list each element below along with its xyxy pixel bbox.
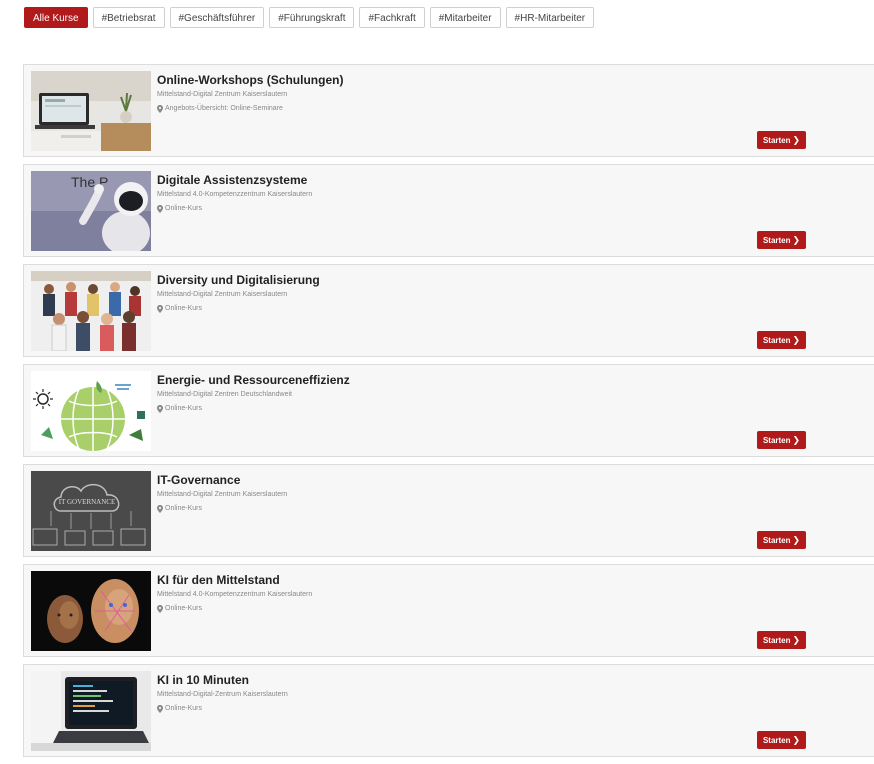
- filter-fuehrungskraft[interactable]: #Führungskraft: [269, 7, 355, 28]
- course-info: Digitale Assistenzsysteme Mittelstand 4.…: [157, 173, 312, 214]
- filter-all-courses[interactable]: Alle Kurse: [24, 7, 88, 28]
- course-info: Online-Workshops (Schulungen) Mittelstan…: [157, 73, 343, 114]
- course-organization: Mittelstand 4.0-Kompetenzzentrum Kaisers…: [157, 591, 313, 598]
- filter-bar: Alle Kurse #Betriebsrat #Geschäftsführer…: [24, 7, 595, 28]
- course-title[interactable]: IT-Governance: [157, 473, 287, 488]
- course-card: Energie- und Ressourceneffizienz Mittels…: [23, 364, 874, 457]
- start-button-label: Starten: [762, 636, 791, 645]
- map-pin-icon: [157, 404, 163, 413]
- start-button[interactable]: Starten ❯: [757, 631, 806, 649]
- course-info: KI in 10 Minuten Mittelstand-Digital-Zen…: [157, 673, 288, 714]
- chevron-right-icon: ❯: [792, 735, 801, 745]
- start-button[interactable]: Starten ❯: [757, 131, 806, 149]
- course-meta: Online-Kurs: [157, 703, 288, 714]
- course-thumbnail[interactable]: IT GOVERNANCE: [31, 471, 151, 551]
- course-thumbnail[interactable]: [31, 371, 151, 451]
- course-info: IT-Governance Mittelstand-Digital Zentru…: [157, 473, 287, 514]
- map-pin-icon: [157, 204, 163, 213]
- course-meta-text: Online-Kurs: [165, 605, 202, 612]
- course-card: The P Digitale Assistenzsysteme Mittelst…: [23, 164, 874, 257]
- start-button-label: Starten: [762, 536, 791, 545]
- chevron-right-icon: ❯: [792, 535, 801, 545]
- filter-mitarbeiter[interactable]: #Mitarbeiter: [429, 7, 501, 28]
- course-meta: Online-Kurs: [157, 603, 312, 614]
- filter-betriebsrat[interactable]: #Betriebsrat: [92, 7, 165, 28]
- course-card: Online-Workshops (Schulungen) Mittelstan…: [23, 64, 874, 157]
- start-button-label: Starten: [762, 136, 791, 145]
- start-button[interactable]: Starten ❯: [757, 431, 806, 449]
- course-title[interactable]: KI in 10 Minuten: [157, 673, 288, 688]
- course-meta-text: Online-Kurs: [165, 505, 202, 512]
- course-meta: Online-Kurs: [157, 303, 320, 314]
- course-card: IT GOVERNANCE IT-Governance Mittelstand-…: [23, 464, 874, 557]
- course-info: Diversity und Digitalisierung Mittelstan…: [157, 273, 320, 314]
- course-meta: Angebots-Übersicht: Online-Seminare: [157, 103, 343, 114]
- course-list: Online-Workshops (Schulungen) Mittelstan…: [23, 64, 874, 764]
- course-meta: Online-Kurs: [157, 503, 287, 514]
- start-button[interactable]: Starten ❯: [757, 531, 806, 549]
- map-pin-icon: [157, 604, 163, 613]
- start-button-label: Starten: [762, 236, 791, 245]
- course-thumbnail[interactable]: [31, 271, 151, 351]
- start-button-label: Starten: [762, 336, 791, 345]
- course-meta-text: Online-Kurs: [165, 305, 202, 312]
- course-card: KI für den Mittelstand Mittelstand 4.0-K…: [23, 564, 874, 657]
- course-organization: Mittelstand-Digital Zentrum Kaiserslaute…: [157, 291, 288, 298]
- course-thumbnail[interactable]: [31, 671, 151, 751]
- course-thumbnail[interactable]: [31, 571, 151, 651]
- chevron-right-icon: ❯: [792, 635, 801, 645]
- map-pin-icon: [157, 304, 163, 313]
- start-button[interactable]: Starten ❯: [757, 731, 806, 749]
- filter-hr-mitarbeiter[interactable]: #HR-Mitarbeiter: [505, 7, 595, 28]
- chevron-right-icon: ❯: [792, 335, 801, 345]
- start-button[interactable]: Starten ❯: [757, 331, 806, 349]
- course-organization: Mittelstand-Digital Zentren Deutschlandw…: [157, 391, 293, 398]
- course-thumbnail[interactable]: [31, 71, 151, 151]
- course-title[interactable]: Online-Workshops (Schulungen): [157, 73, 343, 88]
- course-meta-text: Online-Kurs: [165, 205, 202, 212]
- course-card: Diversity und Digitalisierung Mittelstan…: [23, 264, 874, 357]
- course-organization: Mittelstand-Digital-Zentrum Kaiserslaute…: [157, 691, 288, 698]
- course-info: KI für den Mittelstand Mittelstand 4.0-K…: [157, 573, 312, 614]
- course-meta: Online-Kurs: [157, 203, 312, 214]
- thumbnail-text: IT GOVERNANCE: [59, 498, 115, 506]
- map-pin-icon: [157, 504, 163, 513]
- start-button[interactable]: Starten ❯: [757, 231, 806, 249]
- start-button-label: Starten: [762, 436, 791, 445]
- chevron-right-icon: ❯: [792, 435, 801, 445]
- filter-geschaeftsfuehrer[interactable]: #Geschäftsführer: [169, 7, 265, 28]
- map-pin-icon: [157, 704, 163, 713]
- course-meta: Online-Kurs: [157, 403, 350, 414]
- course-meta-text: Angebots-Übersicht: Online-Seminare: [165, 105, 283, 112]
- course-meta-text: Online-Kurs: [165, 705, 202, 712]
- map-pin-icon: [157, 104, 163, 113]
- chevron-right-icon: ❯: [792, 135, 801, 145]
- course-title[interactable]: KI für den Mittelstand: [157, 573, 312, 588]
- chevron-right-icon: ❯: [792, 235, 801, 245]
- course-organization: Mittelstand-Digital Zentrum Kaiserslaute…: [157, 491, 288, 498]
- course-info: Energie- und Ressourceneffizienz Mittels…: [157, 373, 350, 414]
- course-title[interactable]: Digitale Assistenzsysteme: [157, 173, 312, 188]
- course-organization: Mittelstand 4.0-Kompetenzzentrum Kaisers…: [157, 191, 313, 198]
- course-organization: Mittelstand-Digital Zentrum Kaiserslaute…: [157, 91, 288, 98]
- course-title[interactable]: Energie- und Ressourceneffizienz: [157, 373, 350, 388]
- course-thumbnail[interactable]: The P: [31, 171, 151, 251]
- course-title[interactable]: Diversity und Digitalisierung: [157, 273, 320, 288]
- course-meta-text: Online-Kurs: [165, 405, 202, 412]
- filter-fachkraft[interactable]: #Fachkraft: [359, 7, 425, 28]
- course-card: KI in 10 Minuten Mittelstand-Digital-Zen…: [23, 664, 874, 757]
- start-button-label: Starten: [762, 736, 791, 745]
